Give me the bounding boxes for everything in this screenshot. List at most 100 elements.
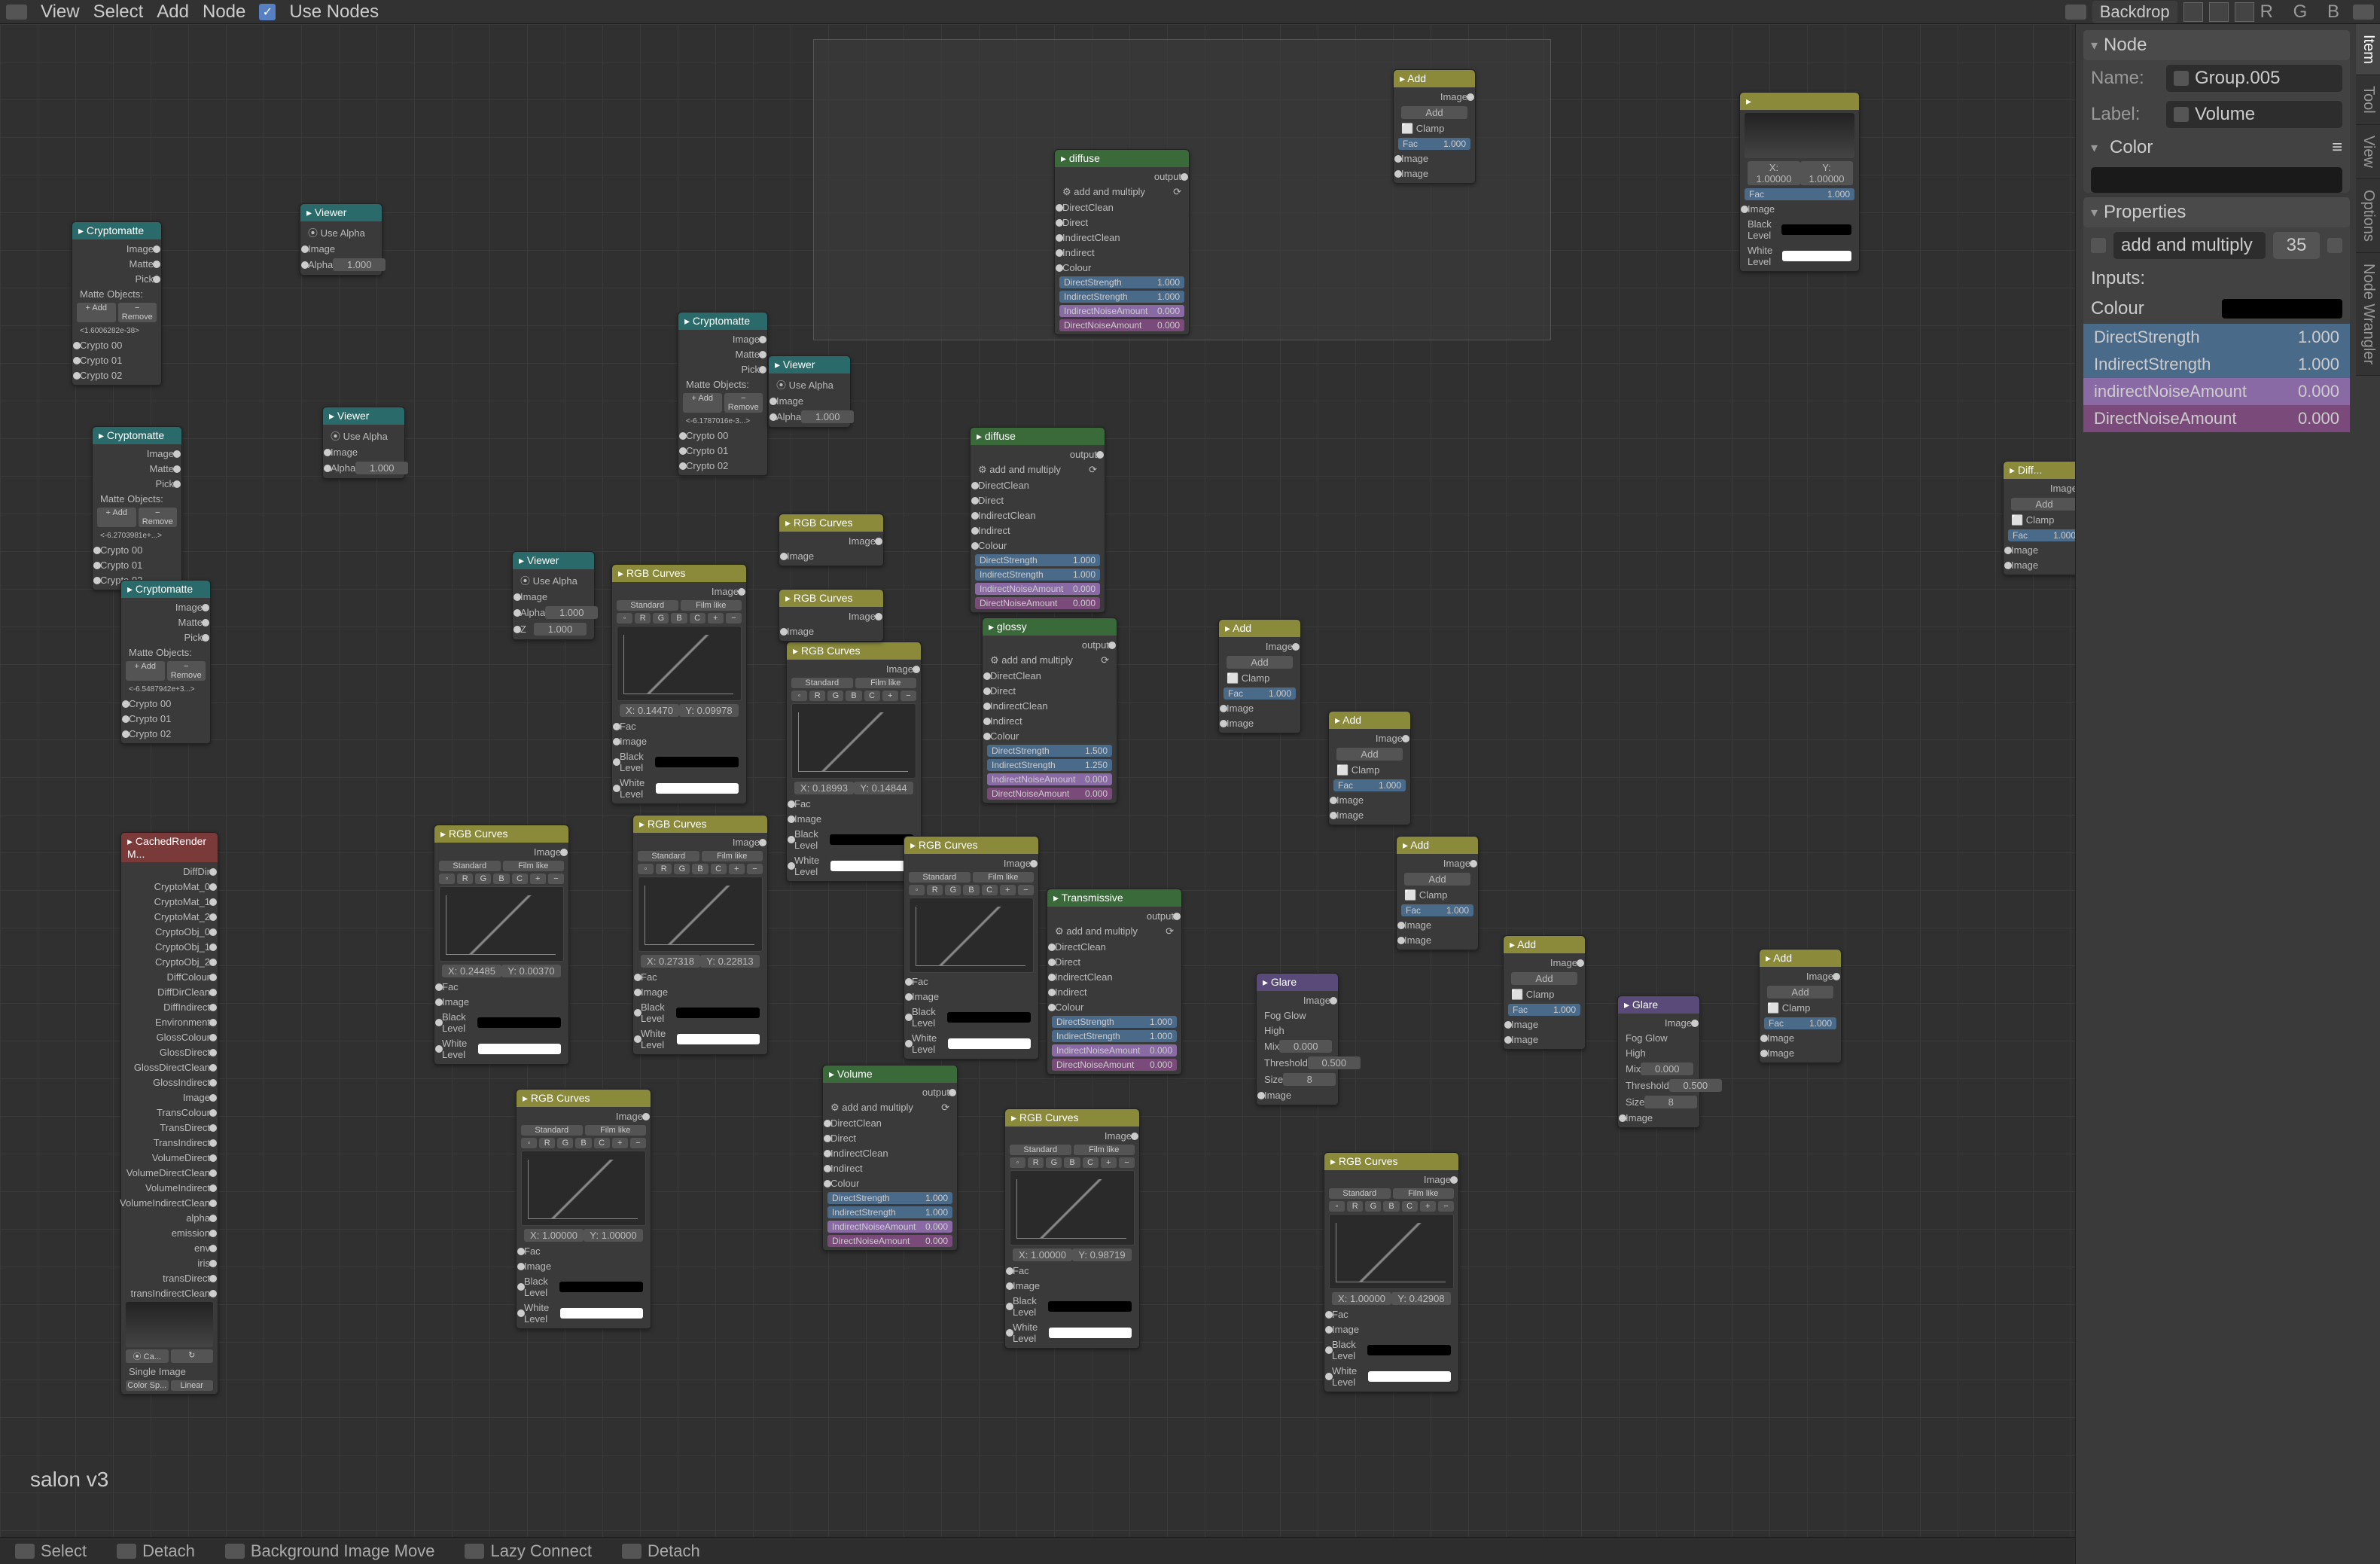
node-mix7[interactable]: ▸ Diff...ImageAdd⬜ ClampFac1.000ImageIma…: [2003, 461, 2075, 575]
colour-swatch[interactable]: [2222, 299, 2342, 319]
slot-IndirectNoiseAmount[interactable]: IndirectNoiseAmount0.000: [987, 773, 1112, 785]
prop-DirectNoiseAmount[interactable]: DirectNoiseAmount0.000: [2083, 405, 2350, 432]
slot-DirectStrength[interactable]: DirectStrength1.000: [827, 1192, 952, 1204]
slot-IndirectStrength[interactable]: IndirectStrength1.000: [975, 569, 1100, 581]
slot-IndirectStrength[interactable]: IndirectStrength1.000: [827, 1206, 952, 1218]
node-crypt1[interactable]: ▸ CryptomatteImageMattePickMatte Objects…: [72, 221, 162, 386]
slot-IndirectNoiseAmount[interactable]: IndirectNoiseAmount0.000: [827, 1221, 952, 1233]
node-rgbc9[interactable]: ▸ RGB CurvesImageImage: [779, 514, 884, 566]
node-mix3[interactable]: ▸ AddImageAdd⬜ ClampFac1.000ImageImage: [1328, 711, 1411, 825]
crypto-buttons[interactable]: + Add− Remove: [683, 393, 763, 413]
node-crypt4[interactable]: ▸ CryptomatteImageMattePickMatte Objects…: [120, 580, 211, 744]
group-datablock[interactable]: ⚙ add and multiply⟳: [975, 463, 1100, 477]
node-mix1[interactable]: ▸ AddImageAdd⬜ ClampFac1.000ImageImage: [1393, 69, 1476, 184]
group-datablock[interactable]: ⚙ add and multiply⟳: [1059, 185, 1184, 199]
node-crypt2[interactable]: ▸ CryptomatteImageMattePickMatte Objects…: [678, 312, 768, 476]
node-rgbc10[interactable]: ▸ RGB CurvesImageImage: [779, 589, 884, 642]
slot-IndirectStrength[interactable]: IndirectStrength1.000: [1059, 291, 1184, 303]
tab-tool[interactable]: Tool: [2356, 75, 2380, 125]
channel-alpha-icon[interactable]: [2235, 2, 2254, 22]
name-field[interactable]: Group.005: [2166, 65, 2342, 92]
node-mix4[interactable]: ▸ AddImageAdd⬜ ClampFac1.000ImageImage: [1396, 836, 1479, 950]
tab-node-wrangler[interactable]: Node Wrangler: [2356, 253, 2380, 376]
slot-DirectNoiseAmount[interactable]: DirectNoiseAmount0.000: [1059, 319, 1184, 331]
panel-node-header[interactable]: Node: [2083, 30, 2350, 60]
node-rgbc8[interactable]: ▸ RGB CurvesImageStandardFilm like◦RGBC+…: [1324, 1152, 1459, 1392]
tab-item[interactable]: Item: [2356, 24, 2380, 75]
users-count[interactable]: 35: [2273, 232, 2320, 259]
menu-node[interactable]: Node: [203, 2, 245, 23]
node-glare1[interactable]: ▸ GlareImageFog GlowHighMix0.000Threshol…: [1256, 973, 1339, 1105]
channel-combined-icon[interactable]: [2183, 2, 2203, 22]
node-rgbc7[interactable]: ▸ RGB CurvesImageStandardFilm like◦RGBC+…: [1004, 1108, 1140, 1349]
mouse-middle-icon: [225, 1544, 245, 1559]
node-cw[interactable]: ▸ X: 1.00000Y: 1.00000Fac1.000ImageBlack…: [1739, 92, 1860, 272]
node-view2[interactable]: ▸ Viewer⦿ Use AlphaImageAlpha1.000: [768, 355, 851, 428]
slot-DirectNoiseAmount[interactable]: DirectNoiseAmount0.000: [975, 597, 1100, 609]
prop-IndirectStrength[interactable]: IndirectStrength1.000: [2083, 351, 2350, 378]
slot-IndirectStrength[interactable]: IndirectStrength1.000: [1052, 1030, 1177, 1042]
node-editor-canvas[interactable]: ▸ CryptomatteImageMattePickMatte Objects…: [0, 24, 2075, 1537]
use-nodes-checkbox[interactable]: ✓: [259, 4, 276, 20]
fake-user-icon[interactable]: [2327, 238, 2342, 253]
node-mix6[interactable]: ▸ AddImageAdd⬜ ClampFac1.000ImageImage: [1759, 949, 1842, 1063]
backdrop-toggle[interactable]: Backdrop: [2092, 1, 2177, 23]
crypto-buttons[interactable]: + Add− Remove: [126, 661, 206, 681]
tab-options[interactable]: Options: [2356, 179, 2380, 253]
panel-properties-header[interactable]: Properties: [2083, 197, 2350, 227]
group-icon[interactable]: [2091, 238, 2106, 253]
slot-DirectNoiseAmount[interactable]: DirectNoiseAmount0.000: [827, 1235, 952, 1247]
slot-DirectNoiseAmount[interactable]: DirectNoiseAmount0.000: [987, 788, 1112, 800]
slot-DirectStrength[interactable]: DirectStrength1.500: [987, 745, 1112, 757]
group-name-field[interactable]: add and multiply: [2113, 232, 2266, 259]
status-bar: Select Detach Background Image Move Lazy…: [0, 1537, 2075, 1564]
node-trans[interactable]: ▸ Transmissiveoutput⚙ add and multiply⟳D…: [1047, 889, 1182, 1075]
slot-IndirectStrength[interactable]: IndirectStrength1.250: [987, 759, 1112, 771]
slot-IndirectNoiseAmount[interactable]: IndirectNoiseAmount0.000: [975, 583, 1100, 595]
label-field[interactable]: Volume: [2166, 101, 2342, 128]
node-view4[interactable]: ▸ Viewer⦿ Use AlphaImageAlpha1.000Z1.000: [512, 551, 595, 640]
channel-rgb-label[interactable]: R G B: [2260, 2, 2347, 23]
prop-DirectStrength[interactable]: DirectStrength1.000: [2083, 324, 2350, 351]
node-mix5[interactable]: ▸ AddImageAdd⬜ ClampFac1.000ImageImage: [1503, 935, 1586, 1050]
slot-DirectNoiseAmount[interactable]: DirectNoiseAmount0.000: [1052, 1059, 1177, 1071]
menu-add[interactable]: Add: [157, 2, 189, 23]
slot-DirectStrength[interactable]: DirectStrength1.000: [1059, 276, 1184, 288]
menu-select[interactable]: Select: [93, 2, 144, 23]
node-glare2[interactable]: ▸ GlareImageFog GlowHighMix0.000Threshol…: [1617, 995, 1700, 1128]
node-vol[interactable]: ▸ Volumeoutput⚙ add and multiply⟳DirectC…: [822, 1065, 958, 1251]
node-rgbc2[interactable]: ▸ RGB CurvesImageStandardFilm like◦RGBC+…: [632, 815, 768, 1055]
node-crypt3[interactable]: ▸ CryptomatteImageMattePickMatte Objects…: [92, 426, 182, 590]
group-datablock[interactable]: ⚙ add and multiply⟳: [1052, 925, 1177, 938]
panel-color-header[interactable]: Color≡: [2083, 133, 2350, 163]
crypto-buttons[interactable]: + Add− Remove: [77, 303, 157, 322]
prop-indirectNoiseAmount[interactable]: indirectNoiseAmount0.000: [2083, 378, 2350, 405]
crypto-buttons[interactable]: + Add− Remove: [97, 508, 177, 527]
color-swatch[interactable]: [2091, 167, 2342, 193]
group-datablock[interactable]: ⚙ add and multiply⟳: [827, 1101, 952, 1114]
overlays-icon[interactable]: [2353, 5, 2374, 20]
node-rgbc6[interactable]: ▸ RGB CurvesImageStandardFilm like◦RGBC+…: [516, 1089, 651, 1329]
node-rgbc3[interactable]: ▸ RGB CurvesImageStandardFilm like◦RGBC+…: [611, 564, 747, 804]
node-render[interactable]: ▸ CachedRender M...DiffDirCryptoMat_0Cry…: [120, 832, 218, 1395]
editor-type-icon[interactable]: [6, 5, 27, 20]
node-rgbc4[interactable]: ▸ RGB CurvesImageStandardFilm like◦RGBC+…: [786, 642, 922, 882]
pin-icon[interactable]: [2065, 5, 2086, 20]
node-rgbc1[interactable]: ▸ RGB CurvesImageStandardFilm like◦RGBC+…: [434, 825, 569, 1065]
slot-IndirectNoiseAmount[interactable]: IndirectNoiseAmount0.000: [1059, 305, 1184, 317]
node-view1[interactable]: ▸ Viewer⦿ Use AlphaImageAlpha1.000: [300, 203, 382, 276]
slot-DirectStrength[interactable]: DirectStrength1.000: [1052, 1016, 1177, 1028]
color-preset-icon[interactable]: ≡: [2332, 137, 2342, 158]
group-datablock[interactable]: ⚙ add and multiply⟳: [987, 654, 1112, 667]
menu-view[interactable]: View: [41, 2, 80, 23]
node-rgbc5[interactable]: ▸ RGB CurvesImageStandardFilm like◦RGBC+…: [904, 836, 1039, 1059]
channel-color-icon[interactable]: [2209, 2, 2229, 22]
node-glossy[interactable]: ▸ glossyoutput⚙ add and multiply⟳DirectC…: [982, 617, 1117, 803]
tab-view[interactable]: View: [2356, 125, 2380, 179]
slot-IndirectNoiseAmount[interactable]: IndirectNoiseAmount0.000: [1052, 1044, 1177, 1056]
node-view3[interactable]: ▸ Viewer⦿ Use AlphaImageAlpha1.000: [322, 407, 405, 479]
node-mix2[interactable]: ▸ AddImageAdd⬜ ClampFac1.000ImageImage: [1218, 619, 1301, 733]
node-diff0[interactable]: ▸ diffuseoutput⚙ add and multiply⟳Direct…: [1054, 149, 1190, 335]
node-diff1[interactable]: ▸ diffuseoutput⚙ add and multiply⟳Direct…: [970, 427, 1105, 613]
slot-DirectStrength[interactable]: DirectStrength1.000: [975, 554, 1100, 566]
